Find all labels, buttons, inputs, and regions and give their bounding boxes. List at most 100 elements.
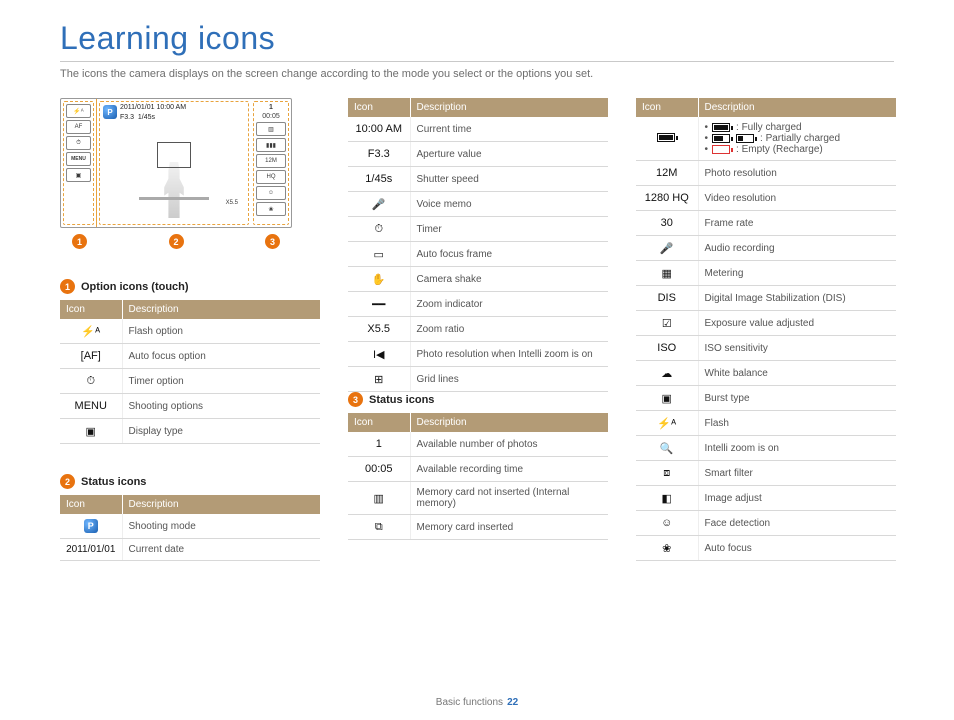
face-icon: ☺: [256, 186, 286, 200]
table-row: ━━Zoom indicator: [348, 292, 608, 317]
datetime-text: 2011/01/01 10:00 AM: [120, 104, 186, 111]
badge-2: 2: [60, 474, 75, 489]
table-row: DISDigital Image Stabilization (DIS): [636, 286, 896, 311]
icon-cell: 1/45s: [348, 167, 410, 192]
desc-cell: Zoom ratio: [410, 317, 608, 342]
battery-row: : Fully charged : Partially charged : Em…: [636, 117, 896, 161]
icon-cell: DIS: [636, 286, 698, 311]
icon-cell: ⏱: [60, 369, 122, 394]
icon-cell: 10:00 AM: [348, 117, 410, 142]
desc-cell: Audio recording: [698, 236, 896, 261]
rec-time: 00:05: [256, 113, 286, 120]
table-row: 1/45sShutter speed: [348, 167, 608, 192]
desc-cell: Flash option: [122, 319, 320, 344]
table-row: ⚡ᴬFlash option: [60, 319, 320, 344]
table-row: ✋Camera shake: [348, 267, 608, 292]
table-row: ⏱Timer: [348, 217, 608, 242]
icon-cell: ⚡ᴬ: [636, 411, 698, 436]
table-row: ☁White balance: [636, 361, 896, 386]
icon-cell: ━━: [348, 292, 410, 317]
battery-partial: : Partially charged: [705, 133, 891, 144]
desc-cell: Smart filter: [698, 461, 896, 486]
page-title: Learning icons: [60, 20, 894, 62]
icon-cell: ISO: [636, 336, 698, 361]
icon-cell: ☁: [636, 361, 698, 386]
icon-cell: ▣: [636, 386, 698, 411]
table-row: 🎤Audio recording: [636, 236, 896, 261]
af-frame: [157, 142, 191, 168]
table-row: ⧈Smart filter: [636, 461, 896, 486]
callout-2: 2: [169, 234, 184, 249]
desc-cell: Shutter speed: [410, 167, 608, 192]
table-status3b: Icon Description : Fully charged : Parti…: [636, 98, 896, 561]
vid-icon: HQ: [256, 170, 286, 184]
flash-icon: ⚡ᴬ: [66, 104, 91, 118]
desc-cell: Available recording time: [410, 457, 608, 482]
mode-icon: P: [84, 519, 98, 533]
table-option-icons: Icon Description ⚡ᴬFlash option[AF]Auto …: [60, 300, 320, 444]
timer-icon: ⏱: [66, 136, 91, 150]
table-row: X5.5Zoom ratio: [348, 317, 608, 342]
th-icon: Icon: [348, 98, 410, 117]
desc-cell: Metering: [698, 261, 896, 286]
desc-cell: Timer option: [122, 369, 320, 394]
table-row: ▦Metering: [636, 261, 896, 286]
desc-cell: Video resolution: [698, 186, 896, 211]
icon-cell: F3.3: [348, 142, 410, 167]
icon-cell: 🔍: [636, 436, 698, 461]
battery-empty: : Empty (Recharge): [705, 144, 891, 155]
desc-cell: Digital Image Stabilization (DIS): [698, 286, 896, 311]
table-row: 1Available number of photos: [348, 432, 608, 457]
th-icon: Icon: [60, 300, 122, 319]
desc-cell: Grid lines: [410, 367, 608, 392]
icon-cell: 2011/01/01: [60, 539, 122, 561]
desc-cell: ISO sensitivity: [698, 336, 896, 361]
table-row: F3.3Aperture value: [348, 142, 608, 167]
icon-cell: 30: [636, 211, 698, 236]
icon-cell: ☺: [636, 511, 698, 536]
icon-cell: 1: [348, 432, 410, 457]
desc-cell: Auto focus: [698, 536, 896, 561]
th-desc: Description: [410, 413, 608, 432]
desc-cell: Image adjust: [698, 486, 896, 511]
section2-heading: 2 Status icons: [60, 474, 320, 489]
icon-cell: 12M: [636, 161, 698, 186]
th-desc: Description: [698, 98, 896, 117]
desc-cell: White balance: [698, 361, 896, 386]
icon-cell: 🎤: [348, 192, 410, 217]
table-row: ⊞Grid lines: [348, 367, 608, 392]
desc-cell: Flash: [698, 411, 896, 436]
desc-cell: Current time: [410, 117, 608, 142]
page-intro: The icons the camera displays on the scr…: [60, 68, 894, 80]
diagram-callouts: 1 2 3: [60, 228, 292, 249]
table-row: ⏱Timer option: [60, 369, 320, 394]
icon-cell: ⚡ᴬ: [60, 319, 122, 344]
desc-cell: Memory card inserted: [410, 515, 608, 540]
table-row: ▣Burst type: [636, 386, 896, 411]
table-row: ⧉Memory card inserted: [348, 515, 608, 540]
desc-cell: Burst type: [698, 386, 896, 411]
badge-3: 3: [348, 392, 363, 407]
desc-cell: Current date: [122, 539, 320, 561]
table-row: 2011/01/01Current date: [60, 539, 320, 561]
th-icon: Icon: [636, 98, 698, 117]
display-icon: ▣: [66, 168, 91, 182]
icon-cell: P: [60, 514, 122, 539]
zoom-bar: [139, 197, 209, 200]
macro-icon: ❀: [256, 202, 286, 216]
exposure-text: F3.3 1/45s: [120, 114, 155, 121]
icon-cell: [AF]: [60, 344, 122, 369]
desc-cell: Available number of photos: [410, 432, 608, 457]
table-status-b: Icon Description 10:00 AMCurrent timeF3.…: [348, 98, 608, 392]
icon-cell: 00:05: [348, 457, 410, 482]
table-status3: Icon Description 1Available number of ph…: [348, 413, 608, 540]
desc-cell: Zoom indicator: [410, 292, 608, 317]
table-row: ❀Auto focus: [636, 536, 896, 561]
icon-cell: ▥: [348, 482, 410, 515]
shot-count: 1: [256, 104, 286, 111]
table-row: ☺Face detection: [636, 511, 896, 536]
mode-badge: P: [103, 105, 117, 119]
th-icon: Icon: [60, 495, 122, 514]
icon-cell: I◀: [348, 342, 410, 367]
icon-cell: ◧: [636, 486, 698, 511]
